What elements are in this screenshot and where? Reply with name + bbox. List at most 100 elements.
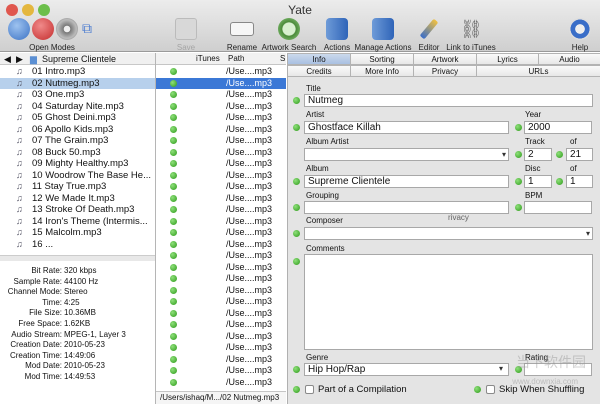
tab-artwork[interactable]: Artwork (414, 53, 477, 65)
track-row[interactable]: /Use....mp3 (156, 101, 286, 113)
track-row[interactable]: /Use....mp3 (156, 227, 286, 239)
track-total-field[interactable]: 21 (566, 148, 593, 161)
track-row[interactable]: /Use....mp3 (156, 239, 286, 251)
track-row[interactable]: /Use....mp3 (156, 204, 286, 216)
save-button[interactable]: Save (168, 18, 204, 52)
track-row[interactable]: /Use....mp3 (156, 66, 286, 78)
status-dot (170, 217, 177, 225)
file-list-item[interactable]: ♫ 12 We Made It.mp3 (0, 193, 155, 205)
property-key: File Size: (29, 308, 62, 318)
composer-combo[interactable]: ▾ (304, 227, 593, 240)
file-list-item[interactable]: ♫ 16 ... (0, 239, 155, 251)
album-artist-combo[interactable]: ▾ (304, 148, 509, 161)
column-header-itunes[interactable]: iTunes (196, 54, 220, 63)
track-row[interactable]: /Use....mp3 (156, 342, 286, 354)
track-row[interactable]: /Use....mp3 (156, 124, 286, 136)
track-row[interactable]: /Use....mp3 (156, 89, 286, 101)
help-button[interactable]: Help (566, 18, 594, 52)
track-row[interactable]: /Use....mp3 (156, 147, 286, 159)
track-row[interactable]: /Use....mp3 (156, 170, 286, 182)
file-list-item[interactable]: ♫ 01 Intro.mp3 (0, 66, 155, 78)
file-list-item[interactable]: ♫ 02 Nutmeg.mp3 (0, 77, 155, 89)
track-path: /Use....mp3 (226, 250, 273, 260)
tab-lyrics[interactable]: Lyrics (477, 53, 539, 65)
track-row[interactable]: /Use....mp3 (156, 135, 286, 147)
tab-sorting[interactable]: Sorting (351, 53, 414, 65)
disc-total-field[interactable]: 1 (566, 175, 593, 188)
open-modes-button[interactable]: ⧉ Open Modes (4, 18, 100, 52)
file-list-item[interactable]: ♫ 03 One.mp3 (0, 89, 155, 101)
track-label: Track (525, 137, 545, 146)
track-row[interactable]: /Use....mp3 (156, 319, 286, 331)
artwork-search-button[interactable]: Artwork Search (261, 18, 317, 52)
property-value: 1.62KB (64, 318, 91, 328)
track-row[interactable]: /Use....mp3 (156, 308, 286, 320)
tab-audio[interactable]: Audio (539, 53, 600, 65)
file-list-item[interactable]: ♫ 06 Apollo Kids.mp3 (0, 124, 155, 136)
file-list-item[interactable]: ♫ 04 Saturday Nite.mp3 (0, 101, 155, 113)
track-table[interactable]: /Use....mp3/Use....mp3/Use....mp3/Use...… (156, 66, 286, 388)
forward-arrow-icon[interactable]: ▶ (16, 54, 23, 65)
file-list-item[interactable]: ♫ 15 Malcolm.mp3 (0, 227, 155, 239)
horizontal-scrollbar[interactable] (0, 255, 155, 261)
file-list-item[interactable]: ♫ 05 Ghost Deini.mp3 (0, 112, 155, 124)
file-list-item[interactable]: ♫ 09 Mighty Healthy.mp3 (0, 158, 155, 170)
music-note-icon: ♫ (16, 100, 23, 111)
back-arrow-icon[interactable]: ◀ (4, 54, 11, 65)
chevron-down-icon[interactable]: ▾ (586, 228, 590, 239)
actions-button[interactable]: Actions (320, 18, 354, 52)
file-list-item[interactable]: ♫ 13 Stroke Of Death.mp3 (0, 204, 155, 216)
file-list[interactable]: ♫ 01 Intro.mp3 ♫ 02 Nutmeg.mp3 ♫ 03 One.mp3 ♫ 0… (0, 66, 155, 254)
music-note-icon: ♫ (16, 112, 23, 122)
track-row[interactable]: /Use....mp3 (156, 216, 286, 228)
track-row[interactable]: /Use....mp3 (156, 181, 286, 193)
tab-info[interactable]: Info (288, 53, 351, 65)
track-row[interactable]: /Use....mp3 (156, 285, 286, 297)
track-number-field[interactable]: 2 (524, 148, 552, 161)
track-row[interactable]: /Use....mp3 (156, 331, 286, 343)
rename-button[interactable]: Rename (222, 18, 262, 52)
breadcrumb-folder[interactable]: Supreme Clientele (42, 54, 116, 64)
column-header-s[interactable]: S (280, 54, 285, 63)
artist-field[interactable]: Ghostface Killah (304, 121, 509, 134)
file-list-item[interactable]: ♫ 11 Stay True.mp3 (0, 181, 155, 193)
file-list-item[interactable]: ♫ 14 Iron's Theme (Intermis... (0, 216, 155, 228)
skip-shuffling-checkbox[interactable] (486, 385, 495, 394)
music-note-icon: ♫ (16, 215, 23, 226)
compilation-checkbox[interactable] (305, 385, 314, 394)
file-list-item[interactable]: ♫ 10 Woodrow The Base He... (0, 170, 155, 182)
title-field[interactable]: Nutmeg (304, 94, 593, 107)
track-row[interactable]: /Use....mp3 (156, 354, 286, 366)
file-list-item[interactable]: ♫ 07 The Grain.mp3 (0, 135, 155, 147)
track-row[interactable]: /Use....mp3 (156, 77, 286, 89)
link-to-itunes-button[interactable]: ⛓ Link to iTunes (443, 18, 499, 52)
disc-number-field[interactable]: 1 (524, 175, 552, 188)
bpm-field[interactable] (524, 201, 592, 214)
comments-field[interactable] (304, 254, 593, 350)
file-list-item[interactable]: ♫ 08 Buck 50.mp3 (0, 147, 155, 159)
track-row[interactable]: /Use....mp3 (156, 262, 286, 274)
track-row[interactable]: /Use....mp3 (156, 112, 286, 124)
genre-combo[interactable]: Hip Hop/Rap (304, 363, 509, 376)
grouping-field[interactable] (304, 201, 509, 214)
track-row[interactable]: /Use....mp3 (156, 365, 286, 377)
album-field[interactable]: Supreme Clientele (304, 175, 509, 188)
manage-actions-button[interactable]: Manage Actions (354, 18, 412, 52)
column-header-path[interactable]: Path (228, 54, 244, 63)
status-dot (170, 148, 177, 156)
tab-urls[interactable]: URLs (477, 65, 600, 77)
track-row[interactable]: /Use....mp3 (156, 250, 286, 262)
chevron-down-icon[interactable]: ▾ (502, 149, 506, 160)
track-row[interactable]: /Use....mp3 (156, 273, 286, 285)
tab-privacy[interactable]: Privacy (414, 65, 477, 77)
track-row[interactable]: /Use....mp3 (156, 158, 286, 170)
track-row[interactable]: /Use....mp3 (156, 296, 286, 308)
track-path: /Use....mp3 (226, 135, 273, 145)
tab-more-info[interactable]: More Info (351, 65, 414, 77)
track-row[interactable]: /Use....mp3 (156, 193, 286, 205)
year-field[interactable]: 2000 (524, 121, 592, 134)
editor-button[interactable]: Editor (414, 18, 444, 52)
magnifier-icon (278, 18, 300, 40)
tab-credits[interactable]: Credits (288, 65, 351, 77)
track-row[interactable]: /Use....mp3 (156, 377, 286, 389)
